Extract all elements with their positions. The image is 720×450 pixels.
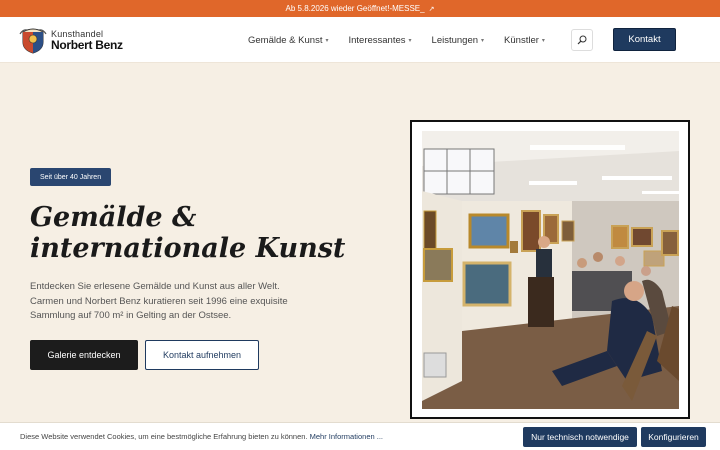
contact-us-button[interactable]: Kontakt aufnehmen (145, 340, 259, 370)
chevron-down-icon: ▾ (325, 37, 329, 44)
nav-item-interessantes[interactable]: Interessantes ▾ (348, 35, 411, 46)
nav-item-label: Interessantes (348, 34, 406, 46)
cookie-more-info-link[interactable]: Mehr Informationen ... (310, 432, 383, 441)
nav-item-gemaelde-kunst[interactable]: Gemälde & Kunst ▾ (248, 35, 328, 46)
chevron-down-icon: ▾ (541, 37, 545, 44)
hero-image-frame (410, 120, 690, 419)
site-header: Kunsthandel Norbert Benz Gemälde & Kunst… (0, 17, 720, 63)
explore-gallery-button[interactable]: Galerie entdecken (30, 340, 138, 370)
cookie-necessary-only-button[interactable]: Nur technisch notwendige (523, 427, 637, 447)
chevron-down-icon: ▾ (481, 37, 485, 44)
main-nav: Gemälde & Kunst ▾ Interessantes ▾ Leistu… (248, 17, 545, 63)
hero-title: Gemälde & internationale Kunst (30, 202, 350, 264)
contact-button[interactable]: Kontakt (613, 28, 676, 51)
experience-badge: Seit über 40 Jahren (30, 168, 112, 186)
search-icon (577, 35, 587, 45)
nav-item-kuenstler[interactable]: Künstler ▾ (504, 35, 545, 46)
site-logo[interactable]: Kunsthandel Norbert Benz (19, 26, 123, 54)
announcement-bar[interactable]: Ab 5.8.2026 wieder Geöffnet!-MESSE_ ↗ (0, 0, 720, 17)
hero-description: Entdecken Sie erlesene Gemälde und Kunst… (30, 281, 288, 322)
gallery-auction-photo (422, 131, 679, 409)
cookie-text-wrapper: Diese Website verwendet Cookies, um eine… (20, 432, 383, 441)
nav-item-label: Gemälde & Kunst (248, 34, 323, 46)
announcement-text[interactable]: Ab 5.8.2026 wieder Geöffnet!-MESSE_ (286, 4, 425, 13)
hero-title-line2: internationale Kunst (30, 233, 346, 265)
cookie-configure-button[interactable]: Konfigurieren (641, 427, 706, 447)
cookie-message: Diese Website verwendet Cookies, um eine… (20, 432, 308, 441)
nav-item-label: Künstler (504, 34, 539, 46)
external-link-icon: ↗ (428, 5, 435, 13)
search-button[interactable] (571, 29, 593, 51)
nav-item-leistungen[interactable]: Leistungen ▾ (432, 35, 485, 46)
chevron-down-icon: ▾ (408, 37, 412, 44)
nav-item-label: Leistungen (431, 34, 479, 46)
cookie-banner: Diese Website verwendet Cookies, um eine… (0, 422, 720, 450)
crest-logo-icon (19, 26, 47, 54)
hero-title-line1: Gemälde & (30, 202, 197, 233)
logo-line2: Norbert Benz (51, 37, 123, 52)
